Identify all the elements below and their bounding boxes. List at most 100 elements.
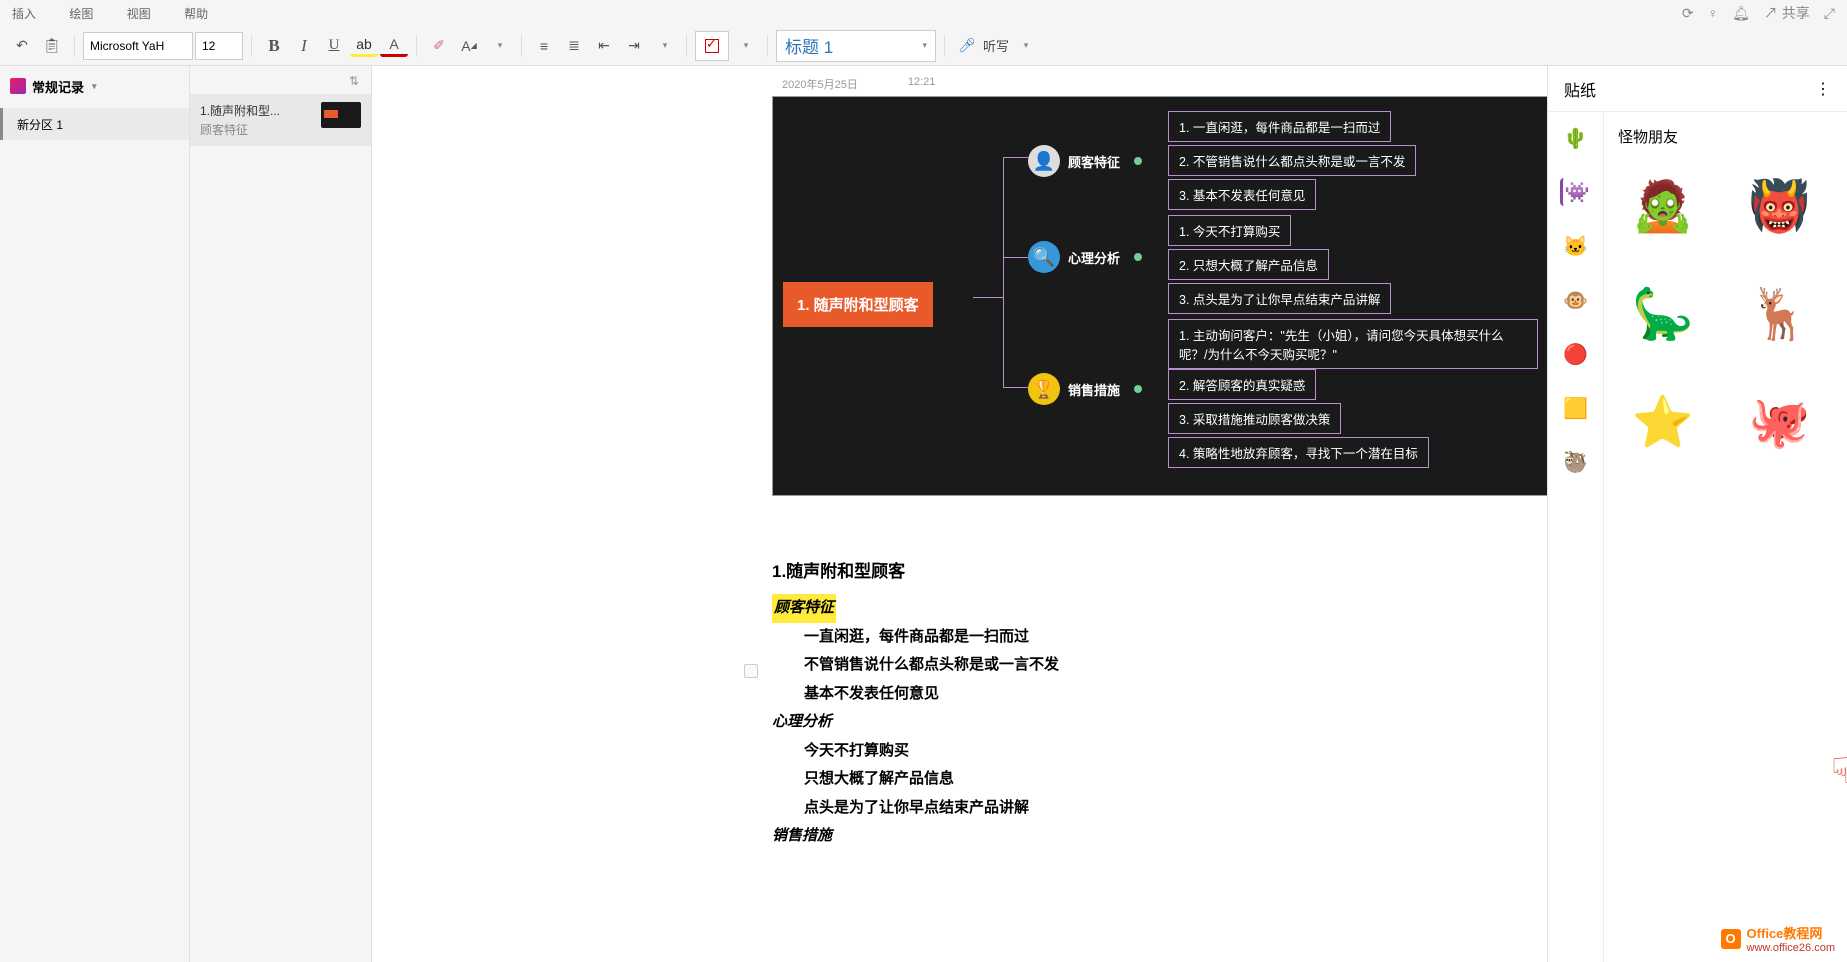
mm-leaf: 2. 只想大概了解产品信息	[1168, 249, 1329, 280]
indent-button[interactable]: ⇥	[620, 32, 648, 60]
align-dropdown[interactable]: ▾	[650, 32, 678, 60]
separator	[767, 35, 768, 57]
format-painter-button[interactable]: A◢	[455, 32, 483, 60]
heading: 1.随声附和型顾客	[772, 556, 1547, 588]
section-tab[interactable]: 新分区 1	[0, 108, 189, 140]
page-item[interactable]: 1.随声附和型... 顾客特征	[190, 94, 371, 146]
mm-leaf: 2. 解答顾客的真实疑惑	[1168, 369, 1316, 400]
share-button[interactable]: ↗ 共享	[1764, 3, 1810, 23]
main-area: 常规记录▾ 新分区 1 ⇅ 1.随声附和型... 顾客特征 2020年5月25日…	[0, 66, 1847, 962]
page-subtitle: 顾客特征	[200, 121, 313, 138]
dictate-label[interactable]: 听写	[983, 36, 1009, 55]
sticker-cat-1[interactable]: 🌵	[1562, 124, 1590, 152]
sync-icon[interactable]: ⟳	[1682, 5, 1694, 22]
mindmap-image[interactable]: 1. 随声附和型顾客 👤 顾客特征 1. 一直闲逛，每件商品都是一扫而过 2. …	[772, 96, 1547, 496]
dictate-icon[interactable]: 🎤︎	[953, 32, 981, 60]
number-list-button[interactable]: ≣	[560, 32, 588, 60]
menu-help[interactable]: 帮助	[184, 7, 208, 21]
style-select[interactable]: 标题 1▾	[776, 30, 936, 62]
note-line: 只想大概了解产品信息	[804, 765, 1547, 794]
mm-node-3: 🏆 销售措施	[1028, 373, 1142, 405]
sticker-item[interactable]: 👹	[1735, 161, 1825, 251]
mm-leaf: 1. 一直闲逛，每件商品都是一扫而过	[1168, 111, 1391, 142]
font-name-select[interactable]: Microsoft YaH	[83, 32, 193, 60]
sticker-item[interactable]: 🐙	[1735, 377, 1825, 467]
mm-leaf: 1. 主动询问客户："先生（小姐），请问您今天具体想买什么呢？/为什么不今天购买…	[1168, 319, 1538, 369]
sticker-item[interactable]: 🦕	[1618, 269, 1708, 359]
dictate-dropdown[interactable]: ▾	[1011, 32, 1039, 60]
sticker-item[interactable]: ⭐	[1618, 377, 1708, 467]
tag-dropdown[interactable]: ▾	[731, 32, 759, 60]
sticker-panel-title: 贴纸	[1564, 77, 1596, 101]
sticker-cat-3[interactable]: 🐱	[1562, 232, 1590, 260]
highlight-button[interactable]: ab	[350, 35, 378, 57]
sticker-item[interactable]: 🦌	[1735, 269, 1825, 359]
sort-icon[interactable]: ⇅	[349, 74, 359, 88]
sticker-cat-5[interactable]: 🔴	[1562, 340, 1590, 368]
page-thumbnail	[321, 102, 361, 128]
note-meta: 2020年5月25日 12:21	[782, 76, 935, 92]
bold-button[interactable]: B	[260, 32, 288, 60]
mm-node-1: 👤 顾客特征	[1028, 145, 1142, 177]
bullet-list-button[interactable]: ≡	[530, 32, 558, 60]
mm-leaf: 3. 基本不发表任何意见	[1168, 179, 1316, 210]
mm-root: 1. 随声附和型顾客	[783, 282, 933, 327]
sticker-panel: 贴纸 ⋮ 🌵 👾 🐱 🐵 🔴 🟨 🦥 怪物朋友 🧟 👹 🦕 🦌	[1547, 66, 1847, 962]
sticker-cat-2[interactable]: 👾	[1560, 178, 1588, 206]
menu-bar: 插入 绘图 视图 帮助 ⟳ ♀ 🔔︎ ↗ 共享 ⤢	[0, 0, 1847, 26]
magnify-icon: 🔍	[1028, 241, 1060, 273]
bulb-icon[interactable]: ♀	[1708, 5, 1719, 21]
sticker-grid: 🧟 👹 🦕 🦌 ⭐ 🐙	[1618, 161, 1833, 467]
menu-draw[interactable]: 绘图	[69, 7, 93, 21]
sub-heading: 顾客特征	[772, 594, 836, 623]
notebook-selector[interactable]: 常规记录▾	[0, 66, 189, 106]
sticker-categories: 🌵 👾 🐱 🐵 🔴 🟨 🦥	[1548, 112, 1604, 962]
separator	[251, 35, 252, 57]
note-line: 点头是为了让你早点结束产品讲解	[804, 794, 1547, 823]
menu-insert[interactable]: 插入	[12, 7, 36, 21]
sticker-cat-4[interactable]: 🐵	[1562, 286, 1590, 314]
cursor-hand-icon: ☟	[1831, 750, 1847, 792]
notebook-panel: 常规记录▾ 新分区 1	[0, 66, 190, 962]
separator	[944, 35, 945, 57]
logo-url: www.office26.com	[1747, 942, 1835, 954]
separator	[686, 35, 687, 57]
font-size-select[interactable]: 12	[195, 32, 243, 60]
clear-format-button[interactable]: ✐	[425, 32, 453, 60]
sub-heading: 销售措施	[772, 822, 1547, 851]
mm-leaf: 1. 今天不打算购买	[1168, 215, 1291, 246]
clipboard-button[interactable]: 📋︎	[38, 32, 66, 60]
sticker-cat-7[interactable]: 🦥	[1562, 448, 1590, 476]
trophy-icon: 🏆	[1028, 373, 1060, 405]
outdent-button[interactable]: ⇤	[590, 32, 618, 60]
logo-icon: O	[1721, 929, 1741, 949]
separator	[74, 35, 75, 57]
underline-button[interactable]: U	[320, 32, 348, 60]
undo-button[interactable]: ↶	[8, 32, 36, 60]
mm-leaf: 3. 采取措施推动顾客做决策	[1168, 403, 1341, 434]
bell-icon[interactable]: 🔔︎	[1732, 5, 1750, 22]
sticker-item[interactable]: 🧟	[1618, 161, 1708, 251]
mm-leaf: 2. 不管销售说什么都点头称是或一言不发	[1168, 145, 1416, 176]
fullscreen-icon[interactable]: ⤢	[1824, 5, 1835, 22]
mm-leaf: 3. 点头是为了让你早点结束产品讲解	[1168, 283, 1391, 314]
person-icon: 👤	[1028, 145, 1060, 177]
separator	[521, 35, 522, 57]
note-line: 基本不发表任何意见	[804, 680, 1547, 709]
sticker-cat-6[interactable]: 🟨	[1562, 394, 1590, 422]
todo-tag-button[interactable]	[695, 31, 729, 61]
italic-button[interactable]: I	[290, 32, 318, 60]
mm-leaf: 4. 策略性地放弃顾客，寻找下一个潜在目标	[1168, 437, 1429, 468]
page-list-panel: ⇅ 1.随声附和型... 顾客特征	[190, 66, 372, 962]
collapse-marker[interactable]	[744, 664, 758, 678]
note-line: 今天不打算购买	[804, 737, 1547, 766]
notebook-icon	[10, 78, 26, 94]
menu-view[interactable]: 视图	[127, 7, 151, 21]
font-color-button[interactable]: A	[380, 35, 408, 57]
note-body[interactable]: 1.随声附和型顾客 顾客特征 一直闲逛，每件商品都是一扫而过 不管销售说什么都点…	[772, 556, 1547, 851]
note-canvas[interactable]: 2020年5月25日 12:21 1. 随声附和型顾客 👤 顾客特征 1. 一直…	[372, 66, 1547, 962]
note-time: 12:21	[908, 76, 936, 92]
toolbar: ↶ 📋︎ Microsoft YaH 12 B I U ab A ✐ A◢ ▾ …	[0, 26, 1847, 66]
close-icon[interactable]: ⋮	[1815, 79, 1831, 99]
more-format-button[interactable]: ▾	[485, 32, 513, 60]
